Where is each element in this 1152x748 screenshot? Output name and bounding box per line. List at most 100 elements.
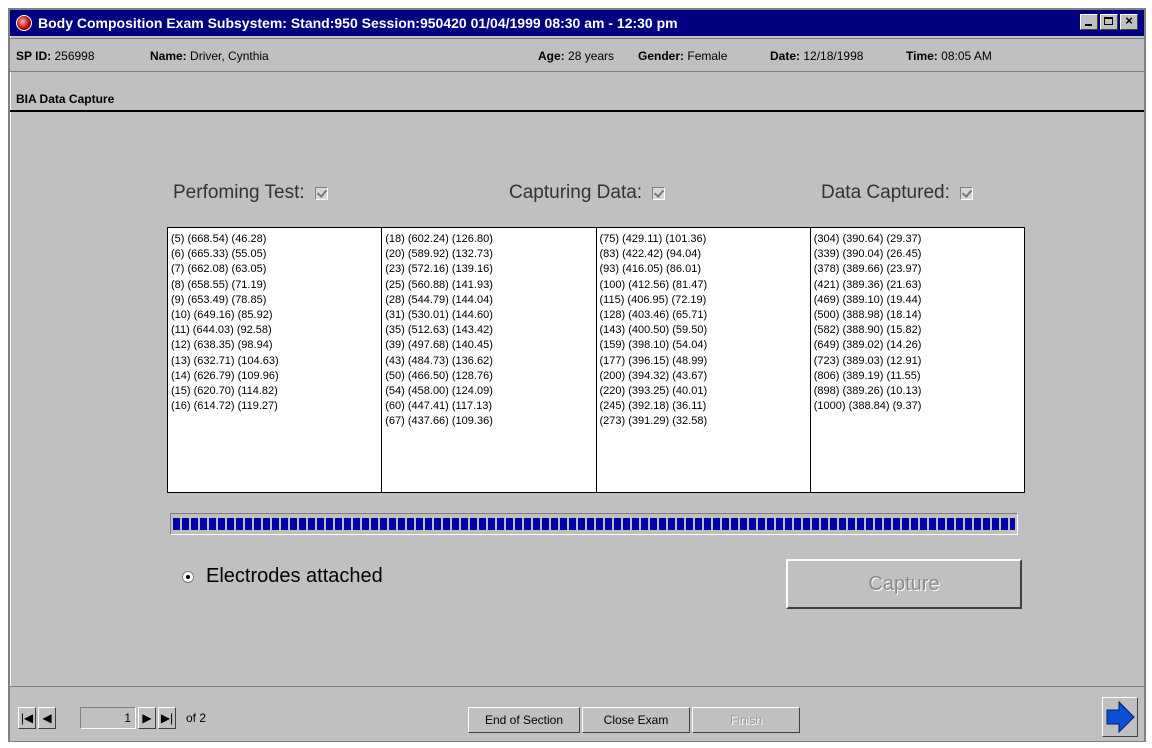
data-column-2: (18) (602.24) (126.80) (20) (589.92) (132…	[382, 228, 597, 492]
data-reading: (13) (632.71) (104.63)	[171, 354, 279, 367]
next-record-icon: ▶	[142, 711, 152, 725]
data-reading: (31) (530.01) (144.60)	[385, 309, 493, 322]
maximize-button[interactable]	[1100, 14, 1118, 30]
data-reading: (35) (512.63) (143.42)	[385, 324, 493, 337]
data-reading: (582) (388.90) (15.82)	[813, 324, 922, 337]
data-reading: (8) (658.55) (71.19)	[171, 278, 267, 291]
end-of-section-button[interactable]: End of Section	[468, 707, 580, 733]
data-reading: (9) (653.49) (78.85)	[171, 293, 267, 306]
data-reading: (67) (437.66) (109.36)	[385, 415, 493, 428]
data-reading: (18) (602.24) (126.80)	[385, 233, 493, 245]
data-reading: (5) (668.54) (46.28)	[171, 233, 267, 245]
exam-window: Body Composition Exam Subsystem: Stand:9…	[8, 8, 1146, 742]
data-reading: (115) (406.95) (72.19)	[599, 293, 707, 306]
electrodes-radio[interactable]	[182, 570, 194, 583]
data-reading: (50) (466.50) (128.76)	[385, 369, 493, 382]
data-reading: (16) (614.72) (119.27)	[171, 400, 278, 413]
close-icon: ×	[1125, 13, 1133, 28]
participant-age: Age: 28 years	[538, 49, 615, 63]
data-reading: (14) (626.79) (109.96)	[171, 369, 279, 382]
app-icon	[16, 15, 32, 31]
performing-test-label: Perfoming Test:	[173, 182, 305, 203]
next-record-button[interactable]: ▶	[138, 707, 156, 729]
data-column-3: (75) (429.11) (101.36) (83) (422.42) (94.…	[597, 228, 811, 492]
participant-name: Name: Driver, Cynthia	[150, 49, 269, 63]
data-reading: (43) (484.73) (136.62)	[385, 354, 493, 367]
data-reading: (20) (589.92) (132.73)	[385, 248, 493, 261]
previous-record-button[interactable]: ◀	[38, 707, 56, 729]
close-button[interactable]: ×	[1120, 13, 1138, 30]
data-reading: (10) (649.16) (85.92)	[171, 309, 273, 322]
data-reading: (159) (398.10) (54.04)	[599, 339, 708, 352]
data-reading: (378) (389.66) (23.97)	[813, 263, 922, 276]
data-reading: (500) (388.98) (18.14)	[813, 309, 922, 322]
data-reading: (469) (389.10) (19.44)	[813, 293, 922, 306]
section-title: BIA Data Capture	[16, 92, 115, 106]
close-exam-button[interactable]: Close Exam	[582, 707, 690, 733]
sp-id: SP ID: 256998	[16, 49, 95, 63]
electrodes-option[interactable]: Electrodes attached	[182, 565, 383, 588]
capture-button[interactable]: Capture	[786, 559, 1022, 609]
capturing-data-label: Capturing Data:	[509, 182, 643, 203]
data-reading: (806) (389.19) (11.55)	[813, 369, 921, 382]
window-title: Body Composition Exam Subsystem: Stand:9…	[38, 15, 678, 31]
data-reading: (60) (447.41) (117.13)	[385, 400, 493, 413]
last-record-icon: ▶|	[160, 711, 174, 725]
minimize-icon	[1085, 24, 1092, 26]
electrodes-label: Electrodes attached	[206, 565, 383, 587]
data-reading: (649) (389.02) (14.26)	[813, 339, 922, 352]
performing-test-checkbox	[314, 186, 328, 200]
finish-button[interactable]: Finish	[692, 707, 800, 733]
minimize-button[interactable]	[1080, 14, 1098, 30]
previous-record-icon: ◀	[42, 711, 52, 725]
next-arrow-icon	[1106, 700, 1135, 734]
data-reading: (12) (638.35) (98.94)	[171, 339, 273, 352]
data-reading: (6) (665.33) (55.05)	[171, 248, 267, 261]
participant-info-bar: SP ID: 256998 Name: Driver, Cynthia Age:…	[10, 38, 1144, 72]
page-number-field[interactable]: 1	[80, 707, 136, 729]
progress-fill	[173, 518, 1015, 530]
bia-data-grid: (5) (668.54) (46.28) (6) (665.33) (55.05)…	[167, 227, 1025, 493]
data-captured-checkbox	[959, 186, 973, 200]
data-reading: (11) (644.03) (92.58)	[171, 324, 272, 337]
data-reading: (23) (572.16) (139.16)	[385, 263, 493, 276]
data-reading: (200) (394.32) (43.67)	[599, 369, 708, 382]
data-reading: (75) (429.11) (101.36)	[599, 233, 707, 245]
exam-time: Time: 08:05 AM	[906, 49, 992, 63]
footer-bar: |◀ ◀ 1 ▶ ▶| of 2 End of Section Close Ex…	[10, 686, 1144, 741]
data-reading: (220) (393.25) (40.01)	[599, 385, 708, 398]
data-reading: (177) (396.15) (48.99)	[599, 354, 708, 367]
data-reading: (15) (620.70) (114.82)	[171, 385, 278, 398]
capturing-data-status: Capturing Data:	[509, 182, 666, 204]
data-reading: (7) (662.08) (63.05)	[171, 263, 267, 276]
window-controls: ×	[1080, 13, 1138, 30]
data-reading: (93) (416.05) (86.01)	[599, 263, 702, 276]
data-reading: (100) (412.56) (81.47)	[599, 278, 708, 291]
section-header: BIA Data Capture	[10, 88, 1144, 112]
data-reading: (39) (497.68) (140.45)	[385, 339, 493, 352]
data-reading: (25) (560.88) (141.93)	[385, 278, 493, 291]
data-reading: (898) (389.26) (10.13)	[813, 385, 922, 398]
data-captured-label: Data Captured:	[821, 182, 950, 203]
data-captured-status: Data Captured:	[821, 182, 973, 204]
next-section-button[interactable]	[1102, 697, 1138, 737]
data-reading: (245) (392.18) (36.11)	[599, 400, 707, 413]
data-reading: (1000) (388.84) (9.37)	[813, 400, 922, 413]
exam-date: Date: 12/18/1998	[770, 49, 864, 63]
data-reading: (273) (391.29) (32.58)	[599, 415, 708, 428]
participant-gender: Gender: Female	[638, 49, 728, 63]
data-column-1: (5) (668.54) (46.28) (6) (665.33) (55.05)…	[168, 228, 383, 492]
data-reading: (304) (390.64) (29.37)	[813, 233, 922, 245]
first-record-button[interactable]: |◀	[18, 707, 36, 729]
capture-progress-bar	[170, 513, 1018, 535]
maximize-icon	[1104, 17, 1113, 25]
data-reading: (83) (422.42) (94.04)	[599, 248, 702, 261]
performing-test-status: Perfoming Test:	[173, 182, 328, 204]
data-reading: (28) (544.79) (144.04)	[385, 293, 493, 306]
page-count: of 2	[186, 711, 207, 725]
data-reading: (421) (389.36) (21.63)	[813, 278, 922, 291]
capturing-data-checkbox	[652, 186, 666, 200]
data-reading: (128) (403.46) (65.71)	[599, 309, 708, 322]
first-record-icon: |◀	[20, 711, 34, 725]
last-record-button[interactable]: ▶|	[158, 707, 176, 729]
